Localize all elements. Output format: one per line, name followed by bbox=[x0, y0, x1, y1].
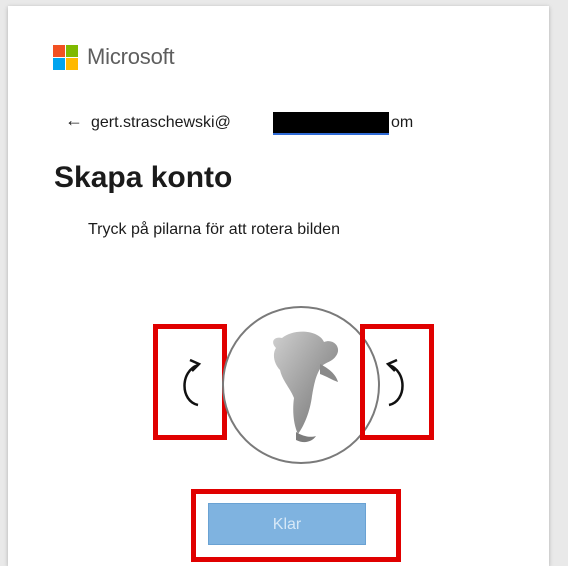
microsoft-logo: Microsoft bbox=[53, 44, 175, 70]
rotate-right-button[interactable] bbox=[365, 329, 429, 435]
rotatable-image bbox=[222, 306, 380, 464]
redacted-email-part bbox=[273, 112, 389, 135]
instruction-text: Tryck på pilarna för att rotera bilden bbox=[88, 221, 340, 238]
email-suffix: om bbox=[391, 114, 414, 131]
brand-name: Microsoft bbox=[87, 44, 175, 69]
animal-image bbox=[273, 331, 339, 443]
rotate-counterclockwise-icon bbox=[183, 358, 202, 407]
page-title: Skapa konto bbox=[54, 161, 233, 194]
rotate-left-button[interactable] bbox=[158, 329, 222, 435]
signup-card: Microsoft ← gert.straschewski@ om Skapa … bbox=[8, 6, 549, 566]
back-arrow-icon[interactable]: ← bbox=[65, 110, 83, 131]
microsoft-logo-icon bbox=[53, 44, 78, 70]
rotate-clockwise-icon bbox=[385, 358, 404, 407]
email-prefix: gert.straschewski@ bbox=[91, 114, 231, 131]
done-button[interactable]: Klar bbox=[208, 503, 366, 545]
